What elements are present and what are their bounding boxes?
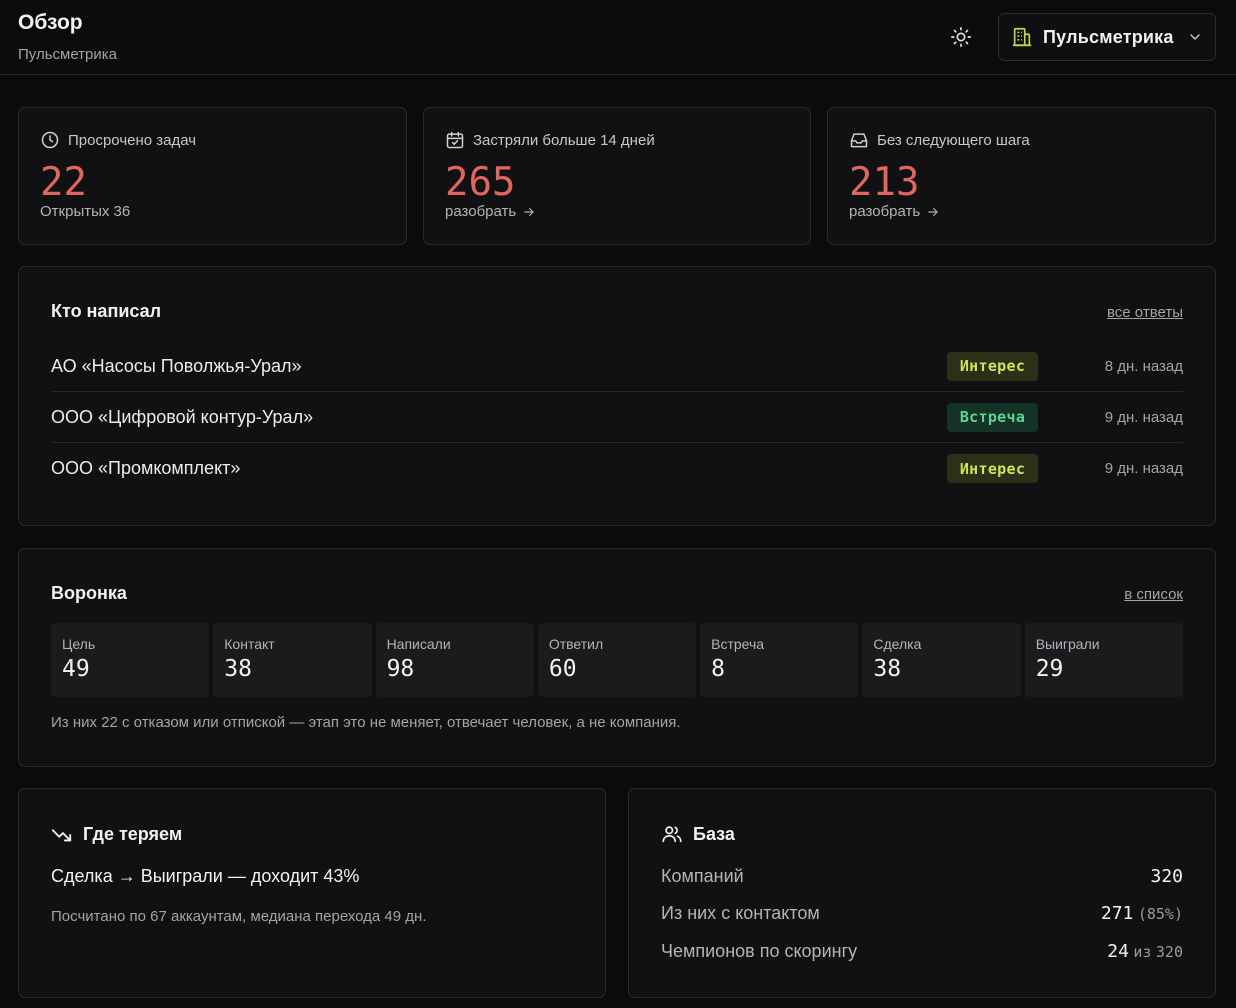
base-label: Из них с контактом [661, 903, 820, 923]
funnel-note: Из них 22 с отказом или отпиской — этап … [51, 714, 681, 731]
funnel-stage[interactable]: Встреча 8 [700, 623, 859, 697]
status-badge: Интерес [947, 454, 1038, 483]
review-link-label: разобрать [849, 203, 921, 220]
stat-label: Без следующего шага [877, 131, 1030, 149]
review-link[interactable]: разобрать [445, 203, 536, 220]
stat-label-row: Просрочено задач [40, 130, 196, 150]
base-row-companies: Компаний 320 [661, 866, 1183, 887]
funnel-stage[interactable]: Сделка 38 [862, 623, 1021, 697]
reply-company[interactable]: АО «Насосы Поволжья-Урал» [51, 356, 947, 377]
funnel-stage[interactable]: Написали 98 [375, 623, 534, 697]
reply-row[interactable]: ООО «Промкомплект» Интерес 9 дн. назад [51, 443, 1183, 494]
arrow-right-icon [524, 207, 534, 216]
base-label: Чемпионов по скорингу [661, 941, 858, 961]
stat-value: 22 [40, 160, 87, 205]
base-value: 24 [1107, 941, 1129, 962]
open-tasks-count: Открытых 36 [40, 203, 131, 220]
calendar-check-icon [446, 131, 464, 149]
stage-label: Написали [386, 636, 451, 652]
base-row-with-contact: Из них с контактом 271 (85%) [661, 903, 1183, 924]
workspace-select[interactable]: Пульсметрика [998, 13, 1216, 61]
stat-foot: Открытых 36 [40, 203, 130, 220]
no-next-step-card[interactable]: Без следующего шага 213 разобрать [827, 107, 1216, 245]
stage-value: 60 [548, 656, 577, 682]
theme-toggle-button[interactable] [946, 22, 976, 52]
reply-row[interactable]: АО «Насосы Поволжья-Урал» Интерес 8 дн. … [51, 341, 1183, 392]
stage-label: Контакт [224, 636, 275, 652]
loss-transition: Сделка → Выиграли — доходит 43% [51, 866, 360, 886]
stage-value: 38 [873, 656, 902, 682]
stat-label: Просрочено задач [68, 131, 197, 149]
workspace-label: Пульсметрика [1043, 26, 1174, 47]
base-row-champions: Чемпионов по скорингу 24 из 320 [661, 941, 1183, 962]
funnel-card: Воронка в список Цель 49 Контакт 38 Напи… [18, 548, 1216, 767]
stage-label: Встреча [711, 636, 765, 652]
review-link-label: разобрать [445, 203, 517, 220]
status-badge: Встреча [947, 402, 1038, 432]
reply-company[interactable]: ООО «Промкомплект» [51, 458, 947, 479]
building-icon [1012, 27, 1032, 47]
status-badge: Интерес [947, 351, 1038, 381]
base-of: из [1133, 943, 1152, 961]
stat-label: Застряли больше 14 дней [473, 131, 655, 149]
stage-value: 49 [62, 656, 90, 682]
clock-icon [41, 131, 59, 149]
stage-label: Ответил [548, 636, 604, 652]
funnel-stage[interactable]: Выиграли 29 [1024, 623, 1183, 697]
base-header: База [661, 823, 735, 845]
stat-value: 213 [849, 160, 920, 205]
losses-title: Где теряем [83, 823, 183, 844]
stuck-deals-card[interactable]: Застряли больше 14 дней 265 разобрать [423, 107, 811, 245]
base-value-group: 24 из 320 [1107, 941, 1183, 962]
stage-label: Цель [62, 636, 96, 652]
top-bar: Обзор Пульсметрика Пульсметрика [0, 0, 1236, 75]
losses-card: Где теряем Сделка → Выиграли — доходит 4… [18, 788, 606, 998]
base-total: 320 [1155, 943, 1183, 961]
arrow-right-icon [928, 207, 938, 216]
base-value: 320 [1150, 866, 1183, 887]
stat-label-row: Без следующего шага [849, 130, 1030, 150]
page-title: Обзор [18, 11, 83, 34]
stage-value: 29 [1035, 656, 1064, 682]
base-value: 271 [1100, 903, 1134, 924]
base-percent: (85%) [1137, 905, 1183, 923]
trending-down-icon [51, 829, 72, 842]
chevron-down-icon [1190, 34, 1200, 40]
stage-label: Сделка [873, 636, 922, 652]
stage-value: 8 [711, 656, 725, 682]
reply-time: 8 дн. назад [1104, 357, 1183, 375]
funnel-stage[interactable]: Ответил 60 [537, 623, 697, 697]
reply-company[interactable]: ООО «Цифровой контур-Урал» [51, 407, 947, 428]
base-title: База [693, 823, 735, 844]
users-icon [662, 826, 682, 843]
reply-time: 9 дн. назад [1104, 408, 1183, 426]
stat-value: 265 [445, 160, 516, 205]
reply-time: 9 дн. назад [1104, 460, 1183, 477]
funnel-stages: Цель 49 Контакт 38 Написали 98 Ответил 6… [51, 623, 1183, 697]
base-card: База Компаний 320 Из них с контактом 271… [628, 788, 1216, 998]
all-replies-link[interactable]: все ответы [1107, 304, 1183, 321]
replies-card: Кто написал все ответы АО «Насосы Поволж… [18, 266, 1216, 526]
funnel-stage[interactable]: Контакт 38 [213, 623, 372, 697]
stage-value: 38 [224, 656, 252, 682]
to-list-link[interactable]: в список [1124, 586, 1183, 603]
base-label: Компаний [661, 866, 744, 886]
stat-label-row: Застряли больше 14 дней [445, 130, 655, 150]
sun-icon [951, 27, 971, 47]
replies-title: Кто написал [51, 301, 162, 321]
inbox-icon [850, 133, 868, 148]
funnel-title: Воронка [51, 583, 127, 603]
stage-value: 98 [386, 656, 415, 682]
losses-header: Где теряем [51, 823, 182, 845]
base-value-group: 271 (85%) [1101, 903, 1183, 924]
overdue-tasks-card[interactable]: Просрочено задач 22 Открытых 36 [18, 107, 407, 245]
reply-row[interactable]: ООО «Цифровой контур-Урал» Встреча 9 дн.… [51, 392, 1183, 443]
review-link[interactable]: разобрать [849, 203, 940, 220]
funnel-stage[interactable]: Цель 49 [51, 623, 210, 697]
loss-note: Посчитано по 67 аккаунтам, медиана перех… [51, 908, 427, 925]
stage-label: Выиграли [1035, 636, 1100, 652]
page-subtitle: Пульсметрика [18, 46, 118, 63]
